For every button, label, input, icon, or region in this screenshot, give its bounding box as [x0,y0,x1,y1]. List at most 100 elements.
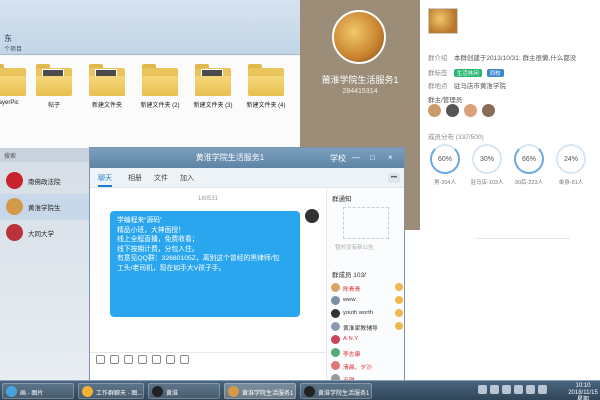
member-item[interactable]: 李志康 [331,347,404,358]
stat-label: 男-204人 [433,180,456,186]
close-button[interactable]: × [388,153,393,162]
member-item[interactable]: 陈青青 [331,282,404,293]
stat-label: 90后-223人 [514,180,544,186]
folder-item[interactable]: 新建文件夹 [85,64,129,122]
contact-item[interactable]: 大同大学 [0,220,97,246]
taskbar-item[interactable]: 黄淮学院生活服务1 [300,383,372,399]
stat-label: 驻马店-103人 [470,180,504,186]
intro-label: 群介绍 [428,55,448,62]
category-label: 群标签 [428,70,448,77]
minimize-button[interactable]: — [352,153,360,162]
input-method-icon[interactable] [538,385,547,394]
member-name: 清晨、夕沙 [343,365,372,371]
sender-avatar[interactable] [305,209,319,223]
image-icon[interactable] [152,355,161,364]
group-thumbnail[interactable] [428,8,458,34]
location-row: 群地点 驻马店市黄淮学院 [428,80,506,90]
member-name: 陈青青 [343,287,361,293]
more-button[interactable]: ••• [388,173,400,183]
background-window [405,230,600,380]
avatar[interactable] [445,104,459,117]
folder-item[interactable]: 帖子 [32,64,76,122]
gif-icon[interactable] [110,355,119,364]
member-item[interactable]: 黄淮家教辅导 [331,321,404,332]
folder-item[interactable]: 新建文件夹 (4) [244,64,288,122]
folder-label: 新建文件夹 (3) [193,103,233,109]
chat-titlebar[interactable]: 黄淮学院生活服务1 学校 — □ × [90,148,404,168]
school-button[interactable]: 学校 [330,153,346,164]
stat-ring: 24% [556,144,586,174]
tab-album[interactable]: 相册 [128,173,142,183]
maximize-button[interactable]: □ [370,153,375,162]
stat-value: 60% [437,155,452,163]
contact-avatar [6,224,23,241]
avatar [331,309,340,318]
avatar[interactable] [463,104,477,117]
message-bubble[interactable]: 学编程来“源码” 精品小班，大神面授！ 线上全程直播，免费收看； 线下按期计费，… [110,211,300,317]
stat-ring: 66% [514,144,544,174]
taskbar-item[interactable]: 黄淮学院生活服务1 [224,383,296,399]
folder-icon [82,386,93,397]
member-name: youth worth [343,310,373,316]
folder-label: layerPic [0,100,19,106]
tray-icon[interactable] [478,385,487,394]
avatar[interactable] [428,104,441,117]
folder-item[interactable]: 新建文件夹 (3) [191,64,235,122]
avatar [331,348,340,357]
tags-row: 群标签 生活休闲 同校 [428,67,507,77]
taskbar-item[interactable]: 工作群聊天 - 图... [78,383,144,399]
member-name: www [343,297,356,303]
tab-chat[interactable]: 聊天 [98,173,112,187]
avatar [331,361,340,370]
stat-label: 单身-81人 [558,180,584,186]
group-avatar[interactable] [332,10,386,64]
member-item[interactable]: 清晨、夕沙 [331,360,404,371]
volume-icon[interactable] [526,385,535,394]
scissors-icon[interactable] [124,355,133,364]
member-item[interactable]: A.N.Y [331,334,404,345]
notice-placeholder-icon [343,207,389,239]
tab-files[interactable]: 文件 [154,173,168,183]
avatar [331,335,340,344]
tab-join[interactable]: 加入 [180,173,194,183]
notice-title: 群通知 [332,196,352,203]
folder-icon[interactable] [138,355,147,364]
chat-tabs: 聊天 相册 文件 加入 ••• [90,168,404,188]
avatar[interactable] [481,104,495,117]
member-name: 李志康 [343,352,361,358]
system-clock[interactable]: 10:10 2018/11/15 星期 [566,383,600,400]
folder-item[interactable]: 新建文件夹 (2) [138,64,182,122]
tray-icon[interactable] [490,385,499,394]
folder-icon [89,64,125,96]
intro-row: 群介绍 本群创建于2013/10/31: 群主很懒,什么都没 [428,52,576,62]
message-date: 180531 [197,196,219,202]
shake-icon[interactable] [180,355,189,364]
clock-date: 2018/11/15 星期 [568,390,598,400]
file-explorer-window: 东 个项目 layerPic 帖子 新建文件夹 新建文件夹 (2) 新建文件夹 … [0,0,300,150]
contact-avatar [6,172,23,189]
stat-value: 30% [479,155,494,163]
folder-item[interactable]: layerPic [0,64,30,122]
message-line: 有意见QQ群：32680105Z，离别这个曾经的黑律师/包 [117,255,280,262]
message-line: 学编程来“源码” [117,217,163,224]
stat-value: 24% [563,155,578,163]
stat-ring: 30% [472,144,502,174]
emoji-icon[interactable] [96,355,105,364]
member-item[interactable]: youth worth [331,308,404,319]
stat-ring: 60% [430,144,460,174]
tray-icon[interactable] [502,385,511,394]
contact-item[interactable]: 南佛政法院 [0,168,97,194]
taskbar-item[interactable]: 画 - 图片 [2,383,74,399]
folder-icon [248,64,284,96]
taskbar-label: 黄淮学院生活服务1 [242,391,294,397]
group-chat-window: 黄淮学院生活服务1 学校 — □ × 聊天 相册 文件 加入 ••• 18053… [89,147,405,384]
contact-item[interactable]: 黄淮学院生 [0,194,97,220]
folder-label: 新建文件夹 (4) [246,103,286,109]
voice-icon[interactable] [166,355,175,364]
member-item[interactable]: www [331,295,404,306]
network-icon[interactable] [514,385,523,394]
search-input[interactable]: 搜索 [0,148,97,162]
chat-sidebar: 群通知 暂时没有新公告 群成员 103/ 陈青青 www youth worth… [326,189,404,383]
input-toolbar [90,352,326,366]
taskbar-item[interactable]: 黄淮 [148,383,220,399]
